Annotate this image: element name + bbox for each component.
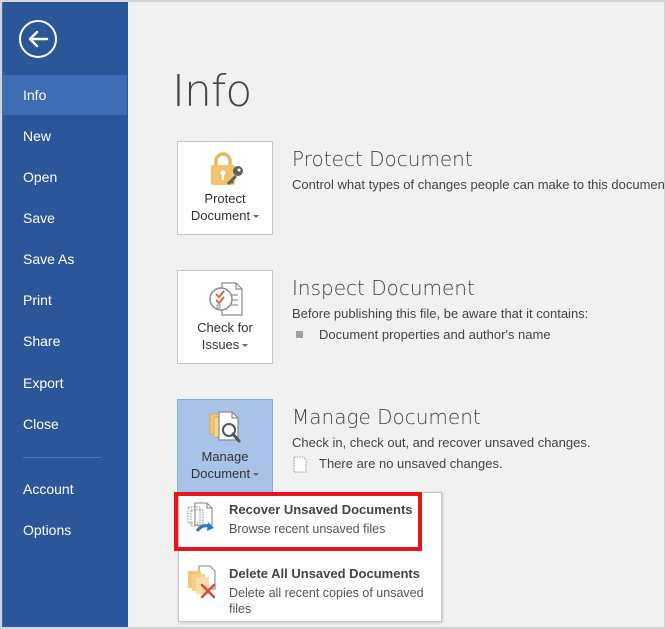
protect-description: Control what types of changes people can… <box>292 177 666 192</box>
recover-document-icon <box>187 502 214 533</box>
manage-title: Manage Document <box>292 405 481 429</box>
protect-document-button[interactable]: Protect Document <box>177 141 273 235</box>
recover-title: Recover Unsaved Documents <box>229 502 413 517</box>
manage-document-icon <box>209 411 241 443</box>
main-panel: Info Protect Document Protect Document C… <box>128 2 664 627</box>
delete-all-unsaved-documents-item[interactable]: Delete All Unsaved Documents Delete all … <box>179 557 441 621</box>
sidebar-item-save[interactable]: Save <box>3 198 127 238</box>
delete-title: Delete All Unsaved Documents <box>229 566 420 581</box>
manage-document-menu: Recover Unsaved Documents Browse recent … <box>178 492 442 622</box>
protect-title: Protect Document <box>292 147 473 171</box>
inspect-section: Inspect Document Before publishing this … <box>292 276 588 342</box>
sidebar-item-print[interactable]: Print <box>3 280 127 320</box>
protect-section: Protect Document Control what types of c… <box>292 147 666 192</box>
lock-key-icon <box>211 152 243 185</box>
sidebar-item-new[interactable]: New <box>3 116 127 156</box>
check-issues-icon <box>209 282 243 316</box>
manage-status: There are no unsaved changes. <box>292 456 590 473</box>
manage-description: Check in, check out, and recover unsaved… <box>292 435 591 450</box>
recover-subtitle: Browse recent unsaved files <box>229 522 386 536</box>
unsaved-document-icon <box>293 456 307 473</box>
sidebar-item-options[interactable]: Options <box>3 510 127 550</box>
sidebar: Info New Open Save Save As Print Share E… <box>2 2 128 627</box>
sidebar-item-export[interactable]: Export <box>3 363 127 403</box>
check-for-issues-button[interactable]: Check for Issues <box>177 270 273 364</box>
delete-documents-icon <box>188 565 216 599</box>
bullet-square-icon <box>296 331 303 338</box>
back-arrow-icon <box>28 30 49 48</box>
sidebar-divider <box>23 457 101 458</box>
check-for-issues-label: Check for Issues <box>197 320 253 352</box>
sidebar-item-close[interactable]: Close <box>3 404 127 444</box>
back-button[interactable] <box>19 20 57 58</box>
dropdown-caret-icon <box>253 215 260 219</box>
inspect-bullet: Document properties and author's name <box>292 327 588 342</box>
sidebar-item-open[interactable]: Open <box>3 157 127 197</box>
inspect-description: Before publishing this file, be aware th… <box>292 306 589 321</box>
manage-document-button[interactable]: Manage Document <box>177 399 273 493</box>
protect-document-label: Protect Document <box>178 190 272 224</box>
page-title: Info <box>172 66 252 117</box>
recover-unsaved-documents-item[interactable]: Recover Unsaved Documents Browse recent … <box>179 493 441 552</box>
manage-document-label: Manage Document <box>178 448 272 482</box>
delete-subtitle: Delete all recent copies of unsaved file… <box>229 586 424 616</box>
dropdown-caret-icon <box>242 344 249 348</box>
sidebar-item-share[interactable]: Share <box>3 321 127 361</box>
backstage-window: Info New Open Save Save As Print Share E… <box>0 0 666 629</box>
manage-section: Manage Document Check in, check out, and… <box>292 405 591 473</box>
sidebar-item-save-as[interactable]: Save As <box>3 239 127 279</box>
sidebar-item-account[interactable]: Account <box>3 469 127 509</box>
inspect-title: Inspect Document <box>292 276 475 300</box>
dropdown-caret-icon <box>253 473 260 477</box>
sidebar-item-info[interactable]: Info <box>3 75 127 115</box>
